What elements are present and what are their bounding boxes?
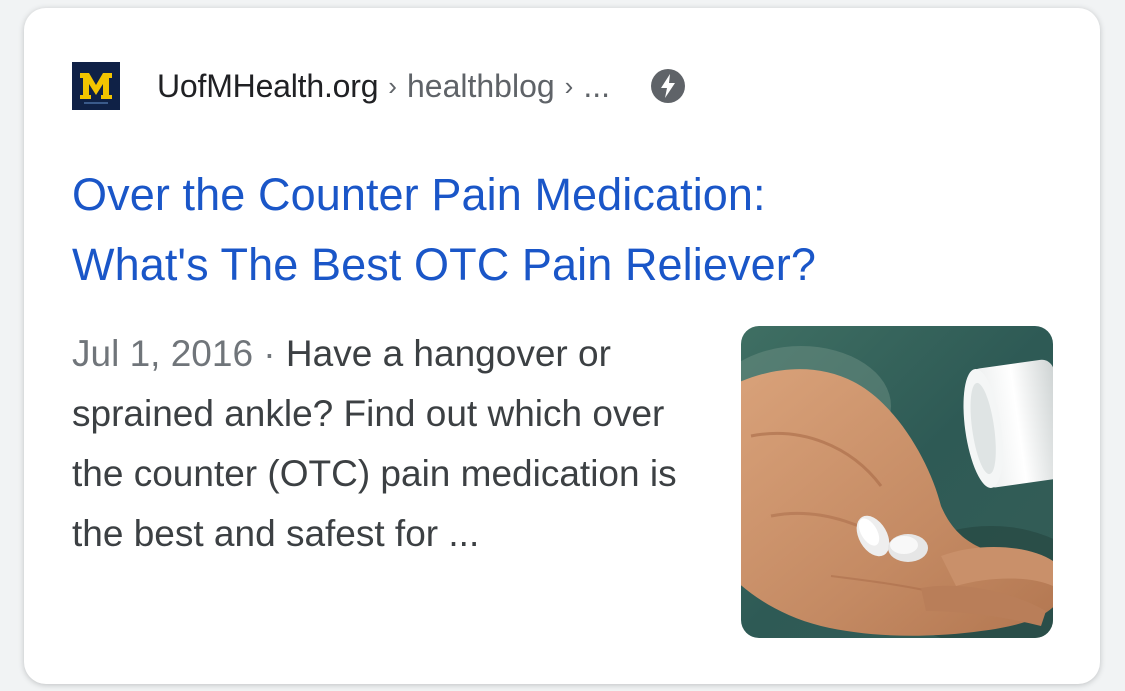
breadcrumb-item[interactable]: healthblog (407, 68, 555, 105)
pills-in-hand-photo (741, 326, 1053, 638)
result-source[interactable]: UofMHealth.org › healthblog › ... (72, 58, 686, 114)
result-snippet: Jul 1, 2016 · Have a hangover or spraine… (72, 324, 712, 564)
result-date: Jul 1, 2016 (72, 333, 254, 374)
amp-lightning-icon (650, 68, 686, 104)
result-thumbnail[interactable] (741, 326, 1053, 638)
date-separator: · (253, 333, 286, 374)
favicon-icon (72, 62, 120, 110)
result-title-link[interactable]: Over the Counter Pain Medication: What's… (72, 160, 1032, 300)
breadcrumb-ellipsis: ... (583, 67, 610, 104)
result-title-line-1: Over the Counter Pain Medication: (72, 169, 766, 220)
breadcrumb-separator: › (388, 70, 397, 101)
breadcrumb-separator: › (564, 70, 574, 101)
search-result-card[interactable]: UofMHealth.org › healthblog › ... Over t… (24, 8, 1100, 684)
site-name[interactable]: UofMHealth.org (157, 68, 378, 105)
result-title-line-2: What's The Best OTC Pain Reliever? (72, 239, 816, 290)
